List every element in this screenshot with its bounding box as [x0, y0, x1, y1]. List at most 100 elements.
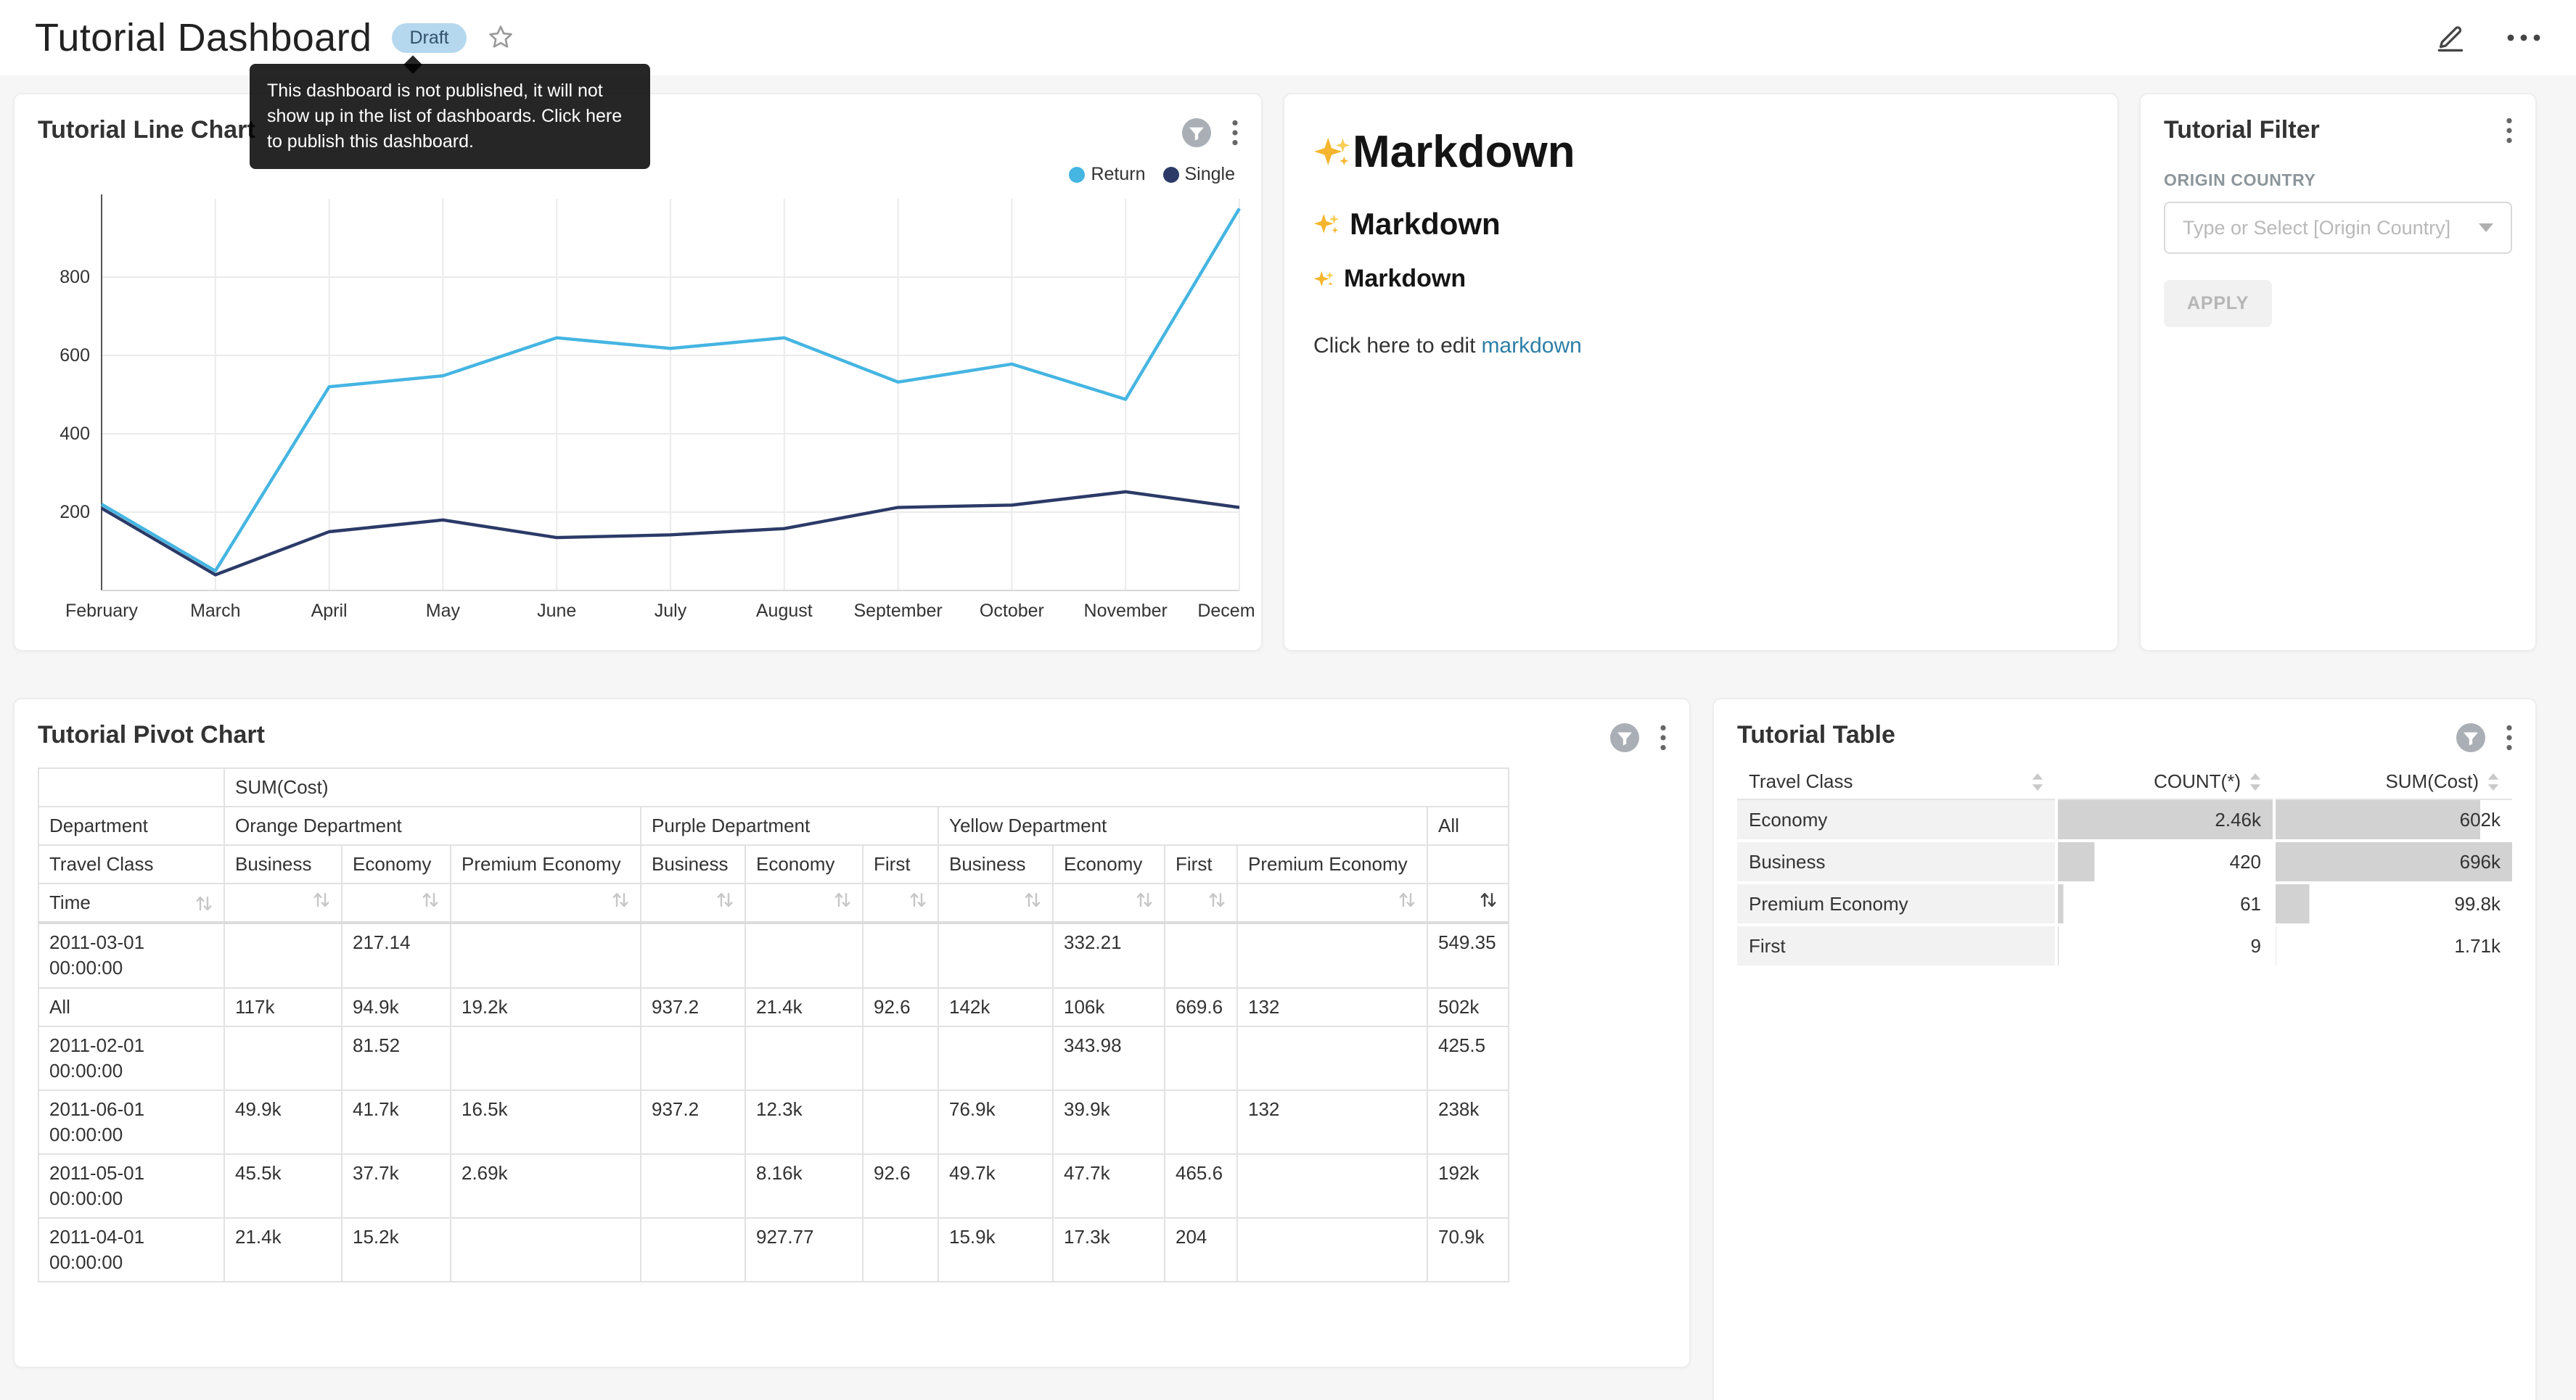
svg-text:February: February — [65, 601, 139, 621]
pivot-sort-cell[interactable] — [641, 884, 745, 923]
pivot-cell: 94.9k — [342, 988, 451, 1026]
cross-filter-icon[interactable] — [1181, 118, 1212, 148]
pivot-row-label: 2011-03-01 00:00:00 — [38, 923, 224, 987]
pivot-sort-cell[interactable] — [863, 884, 938, 923]
pivot-sort-cell[interactable] — [745, 884, 863, 923]
card-actions — [1609, 722, 1666, 753]
pivot-time-label: Time — [38, 884, 224, 923]
svg-text:October: October — [980, 601, 1044, 621]
line-chart-title: Tutorial Line Chart — [38, 116, 255, 144]
pivot-sort-cell[interactable] — [1237, 884, 1427, 923]
sort-icon[interactable] — [1023, 890, 1042, 909]
pivot-row: 2011-02-01 00:00:0081.52343.98425.5 — [38, 1026, 1509, 1090]
pivot-class-header: Economy — [342, 845, 451, 884]
card-actions — [2506, 118, 2512, 144]
sort-icon[interactable] — [611, 890, 630, 909]
apply-button[interactable]: APPLY — [2164, 280, 2272, 327]
legend-label: Single — [1185, 164, 1236, 185]
pivot-class-header: Economy — [745, 845, 863, 884]
table-row: First91.71k — [1737, 925, 2512, 967]
sort-icon-wrap — [756, 890, 852, 909]
pivot-cell: 92.6 — [863, 988, 938, 1026]
column-label: Travel Class — [1749, 770, 1853, 793]
pivot-cell — [863, 1218, 938, 1282]
pivot-metric-label: SUM(Cost) — [224, 768, 1509, 807]
pivot-cell — [1237, 923, 1427, 987]
pivot-class-header: Economy — [1053, 845, 1165, 884]
legend-dot — [1069, 167, 1085, 183]
sort-icon-wrap — [949, 890, 1042, 909]
sort-icon[interactable] — [908, 890, 927, 909]
card-header: Tutorial Table — [1714, 699, 2535, 753]
pivot-cell: 238k — [1427, 1090, 1509, 1154]
cell-travel-class: Economy — [1737, 799, 2056, 841]
cell-sum-cost: 696k — [2274, 841, 2512, 883]
cell-sum-cost: 602k — [2274, 799, 2512, 841]
sort-icon[interactable] — [715, 890, 734, 909]
sparkles-icon — [1313, 210, 1341, 238]
kebab-menu-icon[interactable] — [2506, 725, 2512, 751]
sort-icon[interactable] — [421, 890, 440, 909]
pivot-cell: 12.3k — [745, 1090, 863, 1154]
legend-item-return[interactable]: Return — [1069, 164, 1145, 185]
column-header-travel-class[interactable]: Travel Class — [1737, 765, 2056, 799]
pivot-sort-cell[interactable] — [342, 884, 451, 923]
pivot-row-label: 2011-02-01 00:00:00 — [38, 1026, 224, 1090]
pivot-cell: 81.52 — [342, 1026, 451, 1090]
draft-badge[interactable]: Draft — [392, 23, 466, 53]
sort-icon[interactable] — [194, 894, 213, 913]
markdown-heading-2: Markdown — [1313, 207, 2088, 242]
column-header-sum-cost[interactable]: SUM(Cost) — [2274, 765, 2512, 799]
sparkles-icon — [1313, 268, 1335, 290]
favorite-star-icon[interactable] — [487, 24, 514, 52]
superset-dashboard-page: Tutorial Dashboard Draft — [0, 0, 2576, 1400]
cross-filter-icon[interactable] — [1609, 722, 1640, 753]
pivot-cell: 21.4k — [745, 988, 863, 1026]
sort-icon[interactable] — [312, 890, 331, 909]
filter-title: Tutorial Filter — [2164, 116, 2320, 144]
header-content: Travel Class — [1749, 770, 2045, 793]
pivot-sort-cell[interactable] — [451, 884, 641, 923]
pivot-class-header: Business — [224, 845, 342, 884]
table-row: Economy2.46k602k — [1737, 799, 2512, 841]
legend-item-single[interactable]: Single — [1163, 164, 1236, 185]
pivot-class-row: Travel ClassBusinessEconomyPremium Econo… — [38, 845, 1509, 884]
pivot-cell — [641, 1154, 745, 1218]
pivot-sort-cell[interactable] — [938, 884, 1053, 923]
pivot-sort-cell[interactable] — [1427, 884, 1509, 923]
pivot-cell: 937.2 — [641, 1090, 745, 1154]
edit-pencil-icon[interactable] — [2434, 22, 2466, 54]
markdown-card: Markdown Markdown Markdown — [1283, 93, 2119, 651]
kebab-menu-icon[interactable] — [1660, 725, 1666, 751]
filter-body: ORIGIN COUNTRY Type or Select [Origin Co… — [2141, 170, 2535, 327]
pivot-sort-cell[interactable] — [224, 884, 342, 923]
sort-icon[interactable] — [1135, 890, 1154, 909]
markdown-body: Markdown Markdown Markdown — [1284, 94, 2117, 358]
cell-count: 61 — [2056, 883, 2274, 925]
publish-tooltip[interactable]: This dashboard is not published, it will… — [250, 64, 650, 169]
svg-text:200: 200 — [60, 502, 90, 522]
card-actions — [2456, 722, 2512, 753]
sort-icon[interactable] — [1207, 890, 1226, 909]
column-sorter-icon — [2248, 772, 2263, 792]
pivot-cell: 502k — [1427, 988, 1509, 1026]
pivot-sort-cell[interactable] — [1165, 884, 1237, 923]
kebab-menu-icon[interactable] — [1232, 120, 1238, 146]
pivot-cell — [1165, 923, 1237, 987]
pivot-row: 2011-04-01 00:00:0021.4k15.2k927.7715.9k… — [38, 1218, 1509, 1282]
sort-icon[interactable] — [1479, 890, 1498, 909]
sort-icon[interactable] — [1398, 890, 1416, 909]
pivot-cell: 332.21 — [1053, 923, 1165, 987]
svg-text:600: 600 — [60, 345, 90, 366]
markdown-edit-link[interactable]: markdown — [1481, 334, 1581, 358]
pivot-sort-cell[interactable] — [1053, 884, 1165, 923]
cross-filter-icon[interactable] — [2456, 722, 2486, 753]
pivot-cell — [745, 1026, 863, 1090]
sort-icon[interactable] — [833, 890, 852, 909]
column-header-count[interactable]: COUNT(*) — [2056, 765, 2274, 799]
pivot-department-label: Department — [38, 807, 224, 845]
kebab-menu-icon[interactable] — [2506, 118, 2512, 144]
origin-country-select[interactable]: Type or Select [Origin Country] — [2164, 202, 2512, 254]
more-menu-icon[interactable] — [2506, 33, 2541, 42]
pivot-cell: 8.16k — [745, 1154, 863, 1218]
